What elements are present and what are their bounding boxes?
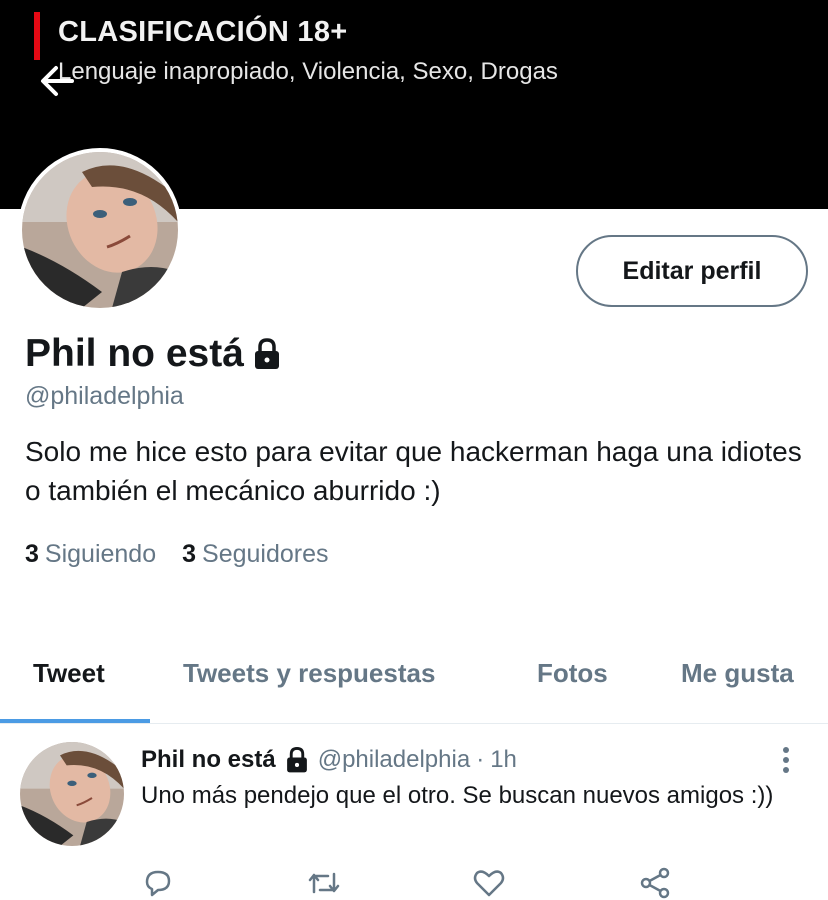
reply-icon [145,870,171,897]
rating-title: CLASIFICACIÓN 18+ [58,16,348,48]
lock-icon [254,338,279,369]
tab-tweets-replies[interactable]: Tweets y respuestas [183,658,435,689]
profile-stats: 3 Siguiendo 3 Seguidores [25,540,329,569]
profile-tabs: Tweet Tweets y respuestas Fotos Me gusta [0,648,828,724]
like-button[interactable] [472,866,506,900]
share-icon [640,867,670,899]
heart-icon [473,870,505,897]
tweet-header: Phil no está @philadelphia · 1h [141,746,517,774]
followers-count: 3 [182,540,197,568]
tab-likes[interactable]: Me gusta [681,658,794,689]
edit-profile-button[interactable]: Editar perfil [576,235,808,307]
following-stat[interactable]: 3 Siguiendo [25,540,156,569]
tab-photos[interactable]: Fotos [537,658,608,689]
tweet-text: Uno más pendejo que el otro. Se buscan n… [141,782,774,809]
reply-button[interactable] [141,866,175,900]
tweet-actions [0,866,828,900]
rating-bar [34,12,40,60]
back-button[interactable] [36,60,78,102]
profile-avatar[interactable] [18,148,182,312]
following-label: Siguiendo [44,540,157,568]
arrow-left-icon [41,66,74,96]
tabs-divider [0,723,828,724]
rating-description: Lenguaje inapropiado, Violencia, Sexo, D… [58,58,558,85]
profile-bio: Solo me hice esto para evitar que hacker… [25,436,802,506]
tweet-avatar[interactable] [20,742,124,846]
profile-handle: @philadelphia [25,382,184,410]
followers-stat[interactable]: 3 Seguidores [182,540,328,569]
tweet-timestamp[interactable]: 1h [490,746,517,774]
tweet-separator: · [476,746,485,773]
tab-tweet[interactable]: Tweet [33,658,105,689]
profile-name: Phil no está [25,332,282,376]
followers-label: Seguidores [202,540,329,568]
tweet-author-handle[interactable]: @philadelphia [318,746,470,774]
lock-icon [286,747,307,773]
profile-name-text: Phil no está [25,332,244,375]
tweet-author-name[interactable]: Phil no está [141,746,276,774]
more-vertical-icon [783,747,789,773]
share-button[interactable] [638,866,672,900]
tweet-more-button[interactable] [776,745,796,775]
retweet-icon [308,872,340,894]
following-count: 3 [25,540,39,568]
retweet-button[interactable] [306,866,340,900]
